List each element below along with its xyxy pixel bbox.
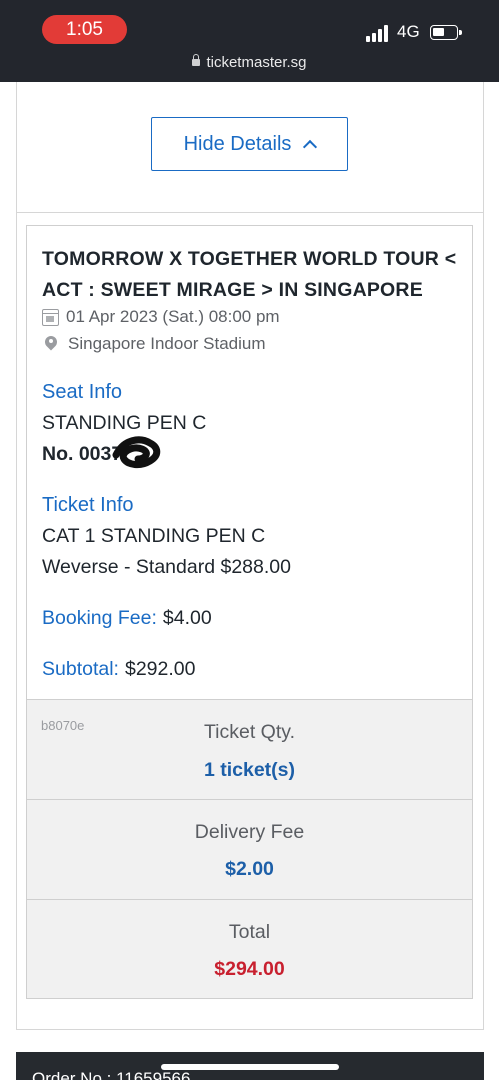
address-bar[interactable]: ticketmaster.sg: [0, 54, 499, 71]
delivery-fee-block: Delivery Fee $2.00: [27, 799, 472, 899]
ticket-category: CAT 1 STANDING PEN C: [42, 525, 266, 547]
lock-icon: [192, 54, 201, 66]
seat-info-heading: Seat Info: [42, 381, 123, 403]
subtotal-value: $292.00: [124, 658, 196, 680]
subtotal-label: Subtotal:: [42, 658, 119, 680]
redaction-scribble: [112, 436, 161, 469]
location-pin-icon: [45, 336, 57, 352]
seat-section: STANDING PEN C: [42, 412, 207, 434]
event-venue-row: Singapore Indoor Stadium: [42, 334, 266, 354]
total-block: Total $294.00: [27, 899, 472, 998]
ticket-qty-label: Ticket Qty.: [203, 721, 295, 743]
ticket-qty-block: b8070e Ticket Qty. 1 ticket(s): [27, 699, 472, 799]
battery-icon: [430, 25, 462, 40]
hide-details-button[interactable]: Hide Details: [151, 117, 348, 171]
calendar-icon: [42, 308, 59, 326]
total-value: $294.00: [214, 958, 285, 980]
hide-details-label: Hide Details: [183, 132, 292, 155]
divider: [16, 212, 484, 213]
network-label: 4G: [397, 22, 420, 41]
event-date-row: 01 Apr 2023 (Sat.) 08:00 pm: [42, 307, 280, 327]
url-text: ticketmaster.sg: [206, 54, 307, 71]
status-time: 1:05: [42, 15, 127, 44]
event-title: TOMORROW X TOGETHER WORLD TOUR < ACT : S…: [42, 248, 457, 301]
event-venue: Singapore Indoor Stadium: [68, 334, 266, 353]
delivery-fee-label: Delivery Fee: [194, 821, 305, 843]
signal-icon: [366, 24, 392, 42]
ticket-qty-value: 1 ticket(s): [203, 759, 296, 781]
booking-fee-label: Booking Fee:: [42, 607, 157, 629]
ticket-info-heading: Ticket Info: [42, 494, 134, 516]
chevron-up-icon: [303, 139, 318, 155]
status-bar: 1:05 4G ticketmaster.sg: [0, 0, 499, 82]
event-datetime: 01 Apr 2023 (Sat.) 08:00 pm: [66, 307, 280, 326]
booking-fee-row: Booking Fee: $4.00: [42, 607, 212, 630]
booking-fee-value: $4.00: [162, 607, 212, 629]
ticket-price-line: Weverse - Standard $288.00: [42, 556, 291, 578]
delivery-fee-value: $2.00: [225, 858, 274, 880]
total-label: Total: [228, 921, 271, 943]
order-number: Order No.: 11659566: [32, 1069, 191, 1080]
subtotal-row: Subtotal: $292.00: [42, 658, 195, 681]
home-indicator[interactable]: [161, 1064, 339, 1070]
